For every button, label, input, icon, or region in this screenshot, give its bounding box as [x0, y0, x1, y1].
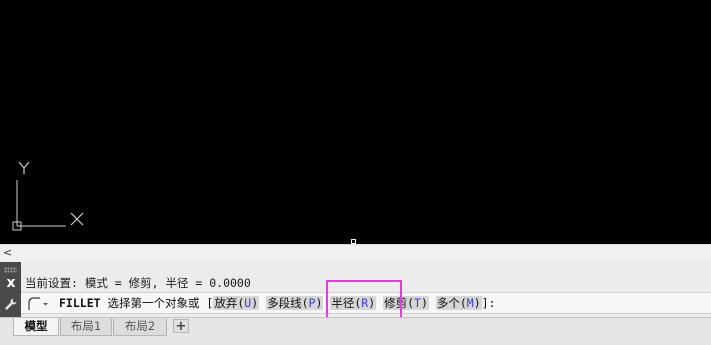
drag-handle-icon[interactable]	[4, 267, 17, 273]
drawing-canvas[interactable]	[0, 0, 711, 244]
command-history-line: 当前设置: 模式 = 修剪, 半径 = 0.0000	[25, 276, 251, 290]
ucs-x-label-icon	[70, 212, 84, 226]
prompt-message: 选择第一个对象或 [	[100, 296, 214, 310]
option-multiple[interactable]: 多个(M)	[435, 296, 482, 310]
command-name: FILLET	[59, 296, 101, 310]
option-undo[interactable]: 放弃(U)	[213, 296, 260, 310]
wrench-icon[interactable]	[3, 297, 18, 312]
tab-layout1[interactable]: 布局1	[60, 318, 112, 336]
add-layout-button[interactable]: +	[173, 319, 189, 334]
command-line-sidebar: x	[0, 262, 21, 317]
close-icon[interactable]: x	[4, 276, 18, 290]
tab-model[interactable]: 模型	[13, 318, 59, 336]
command-prompt: FILLET 选择第一个对象或 [放弃(U) 多段线(P) 半径(R) 修剪(T…	[59, 296, 496, 311]
horizontal-scrollbar[interactable]: <	[0, 244, 711, 262]
fillet-command-icon[interactable]	[27, 296, 49, 311]
tab-layout2[interactable]: 布局2	[113, 318, 167, 336]
layout-tabs-bar: 模型 布局1 布局2 +	[0, 317, 711, 345]
prompt-end: ]:	[481, 296, 496, 310]
ucs-y-label-icon	[18, 161, 30, 174]
option-polyline[interactable]: 多段线(P)	[266, 296, 324, 310]
scroll-left-arrow-icon[interactable]: <	[3, 245, 12, 261]
ucs-icon	[12, 161, 84, 231]
